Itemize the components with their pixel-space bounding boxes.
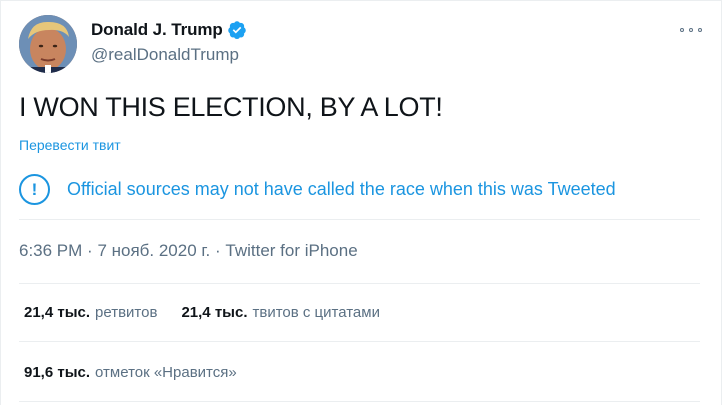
quotes-count: 21,4 тыс. (181, 304, 248, 321)
more-dot (698, 28, 702, 32)
stats-row-shares: 21,4 тыс. ретвитов 21,4 тыс. твитов с ци… (24, 304, 404, 321)
notice-text[interactable]: Official sources may not have called the… (67, 179, 616, 200)
name-row: Donald J. Trump (91, 20, 247, 40)
display-name[interactable]: Donald J. Trump (91, 20, 223, 40)
exclamation-circle-icon: ! (19, 174, 50, 205)
meta-separator: · (87, 241, 98, 260)
retweets-label: ретвитов (95, 304, 158, 321)
avatar[interactable] (19, 15, 77, 73)
translate-tweet-link[interactable]: Перевести твит (19, 137, 121, 153)
retweets-count: 21,4 тыс. (24, 304, 91, 321)
tweet-source[interactable]: Twitter for iPhone (225, 241, 357, 260)
tweet-time[interactable]: 6:36 PM (19, 241, 82, 260)
divider (19, 401, 700, 402)
stats-row-likes: 91,6 тыс. отметок «Нравится» (24, 364, 261, 381)
likes-count: 91,6 тыс. (24, 364, 91, 381)
tweet-text: I WON THIS ELECTION, BY A LOT! (19, 92, 443, 122)
tweet-card: Donald J. Trump @realDonaldTrump I WON T… (0, 0, 724, 405)
tweet-date[interactable]: 7 нояб. 2020 г. (97, 241, 210, 260)
more-dot (680, 28, 684, 32)
election-notice[interactable]: ! Official sources may not have called t… (19, 174, 616, 205)
divider (19, 283, 700, 284)
more-options-icon[interactable] (680, 22, 702, 38)
likes-stat[interactable]: 91,6 тыс. отметок «Нравится» (24, 364, 237, 381)
retweets-stat[interactable]: 21,4 тыс. ретвитов (24, 304, 157, 321)
quotes-label: твитов с цитатами (252, 304, 380, 321)
likes-label: отметок «Нравится» (95, 364, 237, 381)
quote-tweets-stat[interactable]: 21,4 тыс. твитов с цитатами (181, 304, 380, 321)
meta-separator: · (214, 241, 226, 260)
user-handle[interactable]: @realDonaldTrump (91, 45, 239, 65)
verified-badge-icon (227, 20, 247, 40)
more-dot (689, 28, 693, 32)
divider (19, 341, 700, 342)
divider (19, 219, 700, 220)
tweet-meta: 6:36 PM · 7 нояб. 2020 г. · Twitter for … (19, 241, 358, 261)
